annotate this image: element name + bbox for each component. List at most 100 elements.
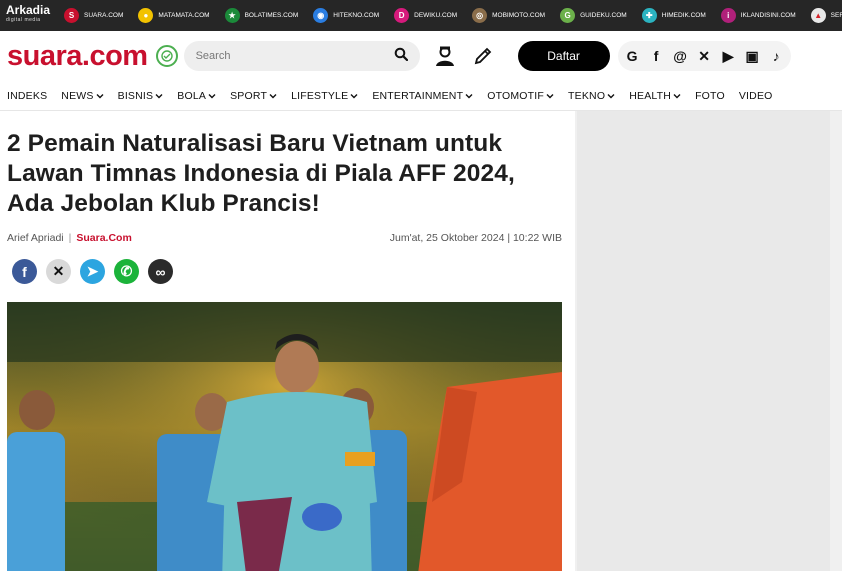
network-site-himedik[interactable]: ✚ HIMEDIK.COM	[641, 8, 706, 23]
network-site-label: SUARA.COM	[84, 12, 124, 19]
network-site-label: GUIDEKU.COM	[580, 12, 627, 19]
facebook-icon[interactable]: f	[648, 48, 665, 65]
network-site-hitekno[interactable]: ◉ HITEKNO.COM	[313, 8, 379, 23]
network-site-guideku[interactable]: G GUIDEKU.COM	[560, 8, 627, 23]
nav-item-label: SPORT	[230, 89, 268, 102]
threads-icon[interactable]: @	[672, 48, 689, 65]
suara-icon: S	[64, 8, 80, 23]
network-sites: S SUARA.COM ● MATAMATA.COM ★ BOLATIMES.COM ◉ HI…	[64, 8, 842, 23]
social-links: Gf @ ✕ ▶ ▣ ♪	[617, 41, 791, 71]
himedik-icon: ✚	[641, 8, 657, 23]
copy-link-icon[interactable]: ∞	[148, 259, 173, 284]
search-icon[interactable]	[394, 47, 408, 66]
youtube-icon[interactable]: ▶	[720, 48, 737, 65]
chevron-down-icon	[546, 93, 554, 98]
tiktok-icon[interactable]: ♪	[768, 48, 785, 65]
network-site-dewiku[interactable]: D DEWIKU.COM	[394, 8, 457, 23]
chevron-down-icon	[465, 93, 473, 98]
nav-item-entertainment[interactable]: ENTERTAINMENT	[372, 90, 473, 102]
article-date: Jum'at, 25 Oktober 2024 | 10:22 WIB	[389, 232, 562, 244]
article-meta: Arief Apriadi | Suara.Com Jum'at, 25 Oktob…	[7, 232, 562, 244]
network-site-label: DEWIKU.COM	[414, 12, 458, 19]
network-site-label: IKLANDISINI.COM	[740, 12, 796, 19]
serbada-icon: ▲	[810, 8, 826, 23]
instagram-icon[interactable]: ▣	[744, 48, 761, 65]
nav-item-otomotif[interactable]: OTOMOTIF	[487, 90, 554, 102]
nav-item-health[interactable]: HEALTH	[629, 90, 681, 102]
nav-item-sport[interactable]: SPORT	[230, 90, 277, 102]
nav-item-label: FOTO	[695, 89, 725, 102]
network-site-label: MOBIMOTO.COM	[492, 12, 546, 19]
article-content: 2 Pemain Naturalisasi Baru Vietnam untuk…	[0, 111, 575, 571]
network-site-suara[interactable]: S SUARA.COM	[64, 8, 123, 23]
whatsapp-share-icon[interactable]: ✆	[114, 259, 139, 284]
green-badge-icon	[155, 45, 178, 67]
mobimoto-icon: ◎	[472, 8, 488, 23]
sidebar-ad-area	[577, 111, 830, 571]
nav-item-label: LIFESTYLE	[291, 89, 349, 102]
facebook-share-icon[interactable]: f	[12, 259, 37, 284]
network-site-bolatimes[interactable]: ★ BOLATIMES.COM	[224, 8, 299, 23]
article-title: 2 Pemain Naturalisasi Baru Vietnam untuk…	[7, 130, 515, 217]
chevron-down-icon	[155, 93, 163, 98]
hitekno-icon: ◉	[313, 8, 329, 23]
site-header: suara.com Daftar Gf @ ✕ ▶ ▣ ♪	[0, 31, 842, 81]
dewiku-icon: D	[394, 8, 410, 23]
article-source[interactable]: Suara.Com	[76, 232, 131, 244]
network-site-iklandisini[interactable]: i IKLANDISINI.COM	[720, 8, 796, 23]
chevron-down-icon	[673, 93, 681, 98]
chevron-down-icon	[208, 93, 216, 98]
meta-separator: |	[68, 232, 72, 244]
network-site-mobimoto[interactable]: ◎ MOBIMOTO.COM	[472, 8, 545, 23]
chevron-down-icon	[96, 93, 104, 98]
search-box[interactable]	[183, 41, 420, 71]
nav-item-video[interactable]: VIDEO	[739, 90, 773, 102]
matamata-icon: ●	[138, 8, 154, 23]
network-site-label: MATAMATA.COM	[158, 12, 210, 19]
chevron-down-icon	[607, 93, 615, 98]
main-area: 2 Pemain Naturalisasi Baru Vietnam untuk…	[0, 111, 842, 571]
main-nav: INDEKS NEWS BISNIS BOLA SPORT LIFESTYLE ENTERT…	[0, 81, 842, 111]
share-buttons: f ✕ ➤ ✆ ∞	[7, 259, 562, 284]
hero-photo	[7, 302, 562, 571]
x-share-icon[interactable]: ✕	[46, 259, 71, 284]
network-site-label: HIMEDIK.COM	[661, 12, 706, 19]
google-icon[interactable]: G	[624, 48, 641, 65]
chevron-down-icon	[350, 93, 358, 98]
nav-item-label: BISNIS	[117, 89, 154, 102]
bolatimes-icon: ★	[224, 8, 240, 23]
nav-item-news[interactable]: NEWS	[61, 89, 104, 102]
network-site-label: BOLATIMES.COM	[244, 12, 299, 19]
network-site-label: HITEKNO.COM	[333, 12, 380, 19]
network-bar: Arkadia digital media S SUARA.COM ● MATAMAT…	[0, 0, 842, 31]
network-site-matamata[interactable]: ● MATAMATA.COM	[138, 8, 210, 23]
nav-item-label: VIDEO	[738, 89, 773, 102]
chevron-down-icon	[269, 93, 277, 98]
write-icon[interactable]	[470, 43, 496, 69]
site-logo[interactable]: suara.com	[7, 41, 148, 71]
article-hero-image[interactable]	[7, 302, 562, 571]
nav-item-label: INDEKS	[7, 89, 48, 102]
nav-item-bola[interactable]: BOLA	[177, 90, 216, 102]
nav-item-bisnis[interactable]: BISNIS	[118, 90, 164, 102]
guideku-icon: G	[560, 8, 576, 23]
nav-item-foto[interactable]: FOTO	[695, 90, 725, 102]
nav-item-label: TEKNO	[568, 89, 606, 102]
arkadia-logo[interactable]: Arkadia digital media	[6, 4, 50, 25]
nav-item-tekno[interactable]: TEKNO	[568, 90, 615, 102]
search-input[interactable]	[195, 50, 394, 62]
nav-item-label: HEALTH	[629, 89, 672, 102]
network-site-label: SERBADA.COM	[830, 12, 842, 19]
nav-item-label: ENTERTAINMENT	[372, 89, 464, 102]
nav-item-indeks[interactable]: INDEKS	[7, 90, 47, 102]
nav-item-lifestyle[interactable]: LIFESTYLE	[291, 90, 358, 102]
network-site-serbada[interactable]: ▲ SERBADA.COM	[810, 8, 842, 23]
user-icon[interactable]	[432, 43, 458, 69]
register-button[interactable]: Daftar	[517, 41, 610, 71]
article-author[interactable]: Arief Apriadi	[7, 232, 64, 244]
nav-item-label: NEWS	[61, 89, 94, 102]
x-icon[interactable]: ✕	[696, 48, 713, 65]
iklandisini-icon: i	[720, 8, 736, 23]
nav-item-label: OTOMOTIF	[487, 89, 545, 102]
telegram-share-icon[interactable]: ➤	[80, 259, 105, 284]
